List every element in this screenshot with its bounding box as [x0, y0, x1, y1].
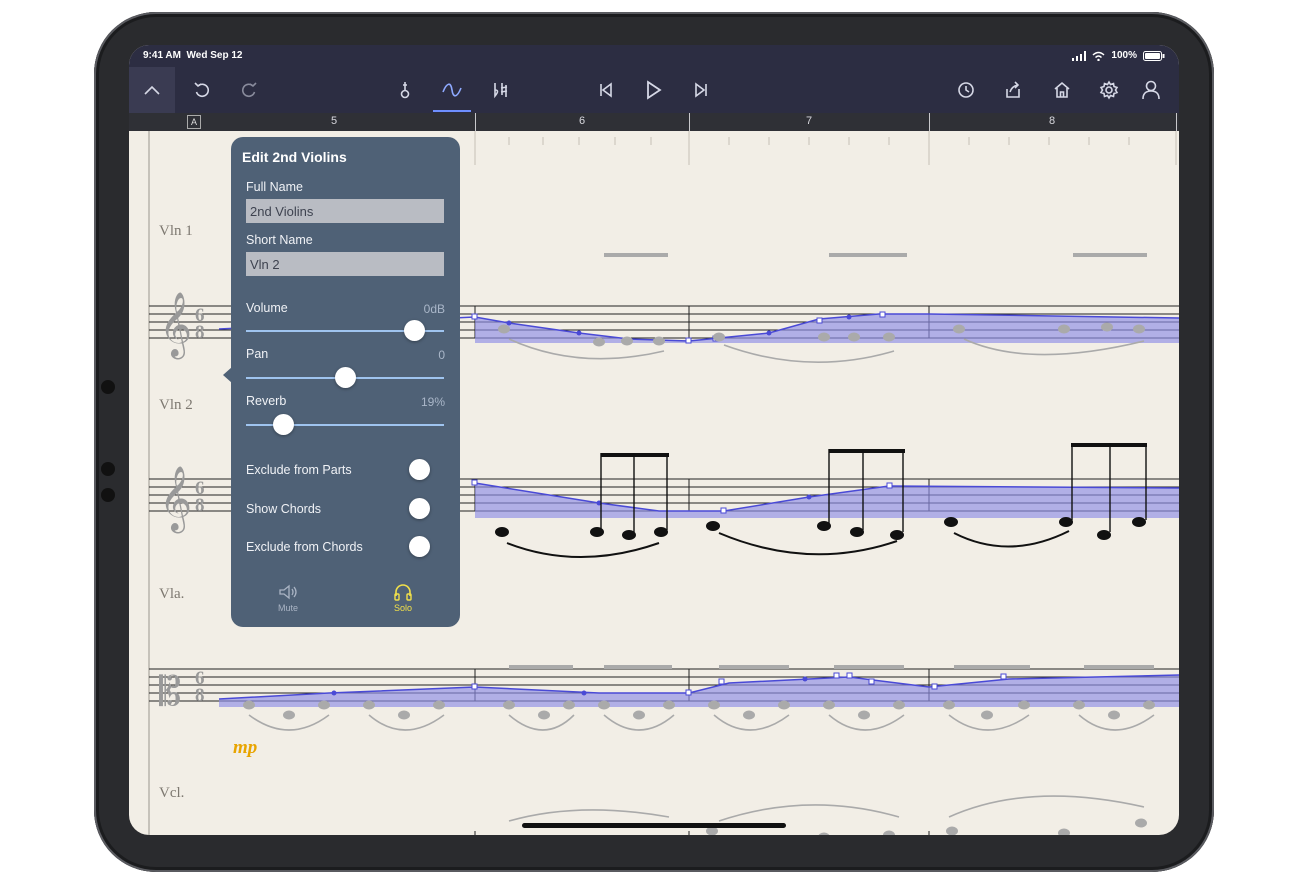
skip-forward-icon — [695, 82, 707, 98]
time-signature: 8 — [195, 322, 205, 343]
accidentals-icon — [494, 83, 508, 99]
home-indicator[interactable] — [522, 823, 786, 828]
reverb-knob[interactable] — [273, 414, 295, 435]
skip-back-button[interactable] — [593, 77, 619, 103]
staff-name-vln1[interactable]: Vln 1 — [159, 223, 193, 239]
staff-name-vla[interactable]: Vla. — [159, 586, 184, 602]
volume-slider[interactable] — [246, 320, 444, 341]
reverb-label: Reverb — [246, 394, 287, 408]
share-button[interactable] — [1000, 77, 1026, 103]
toolbar — [129, 67, 1179, 113]
status-bar: 9:41 AM Wed Sep 12 100% — [129, 45, 1179, 67]
chevron-up-icon — [144, 85, 160, 95]
reverb-value: 19% — [420, 395, 445, 409]
history-button[interactable] — [953, 77, 979, 103]
speaker-icon — [279, 584, 297, 600]
play-button[interactable] — [640, 77, 666, 103]
headphones-icon — [394, 584, 412, 601]
treble-clef-icon: 𝄞 — [159, 466, 192, 533]
time-signature: 8 — [195, 495, 205, 516]
share-icon — [1006, 81, 1020, 98]
panel-title: Edit 2nd Violins — [242, 149, 347, 165]
popover-arrow — [223, 367, 232, 383]
show-chords-toggle[interactable] — [409, 498, 430, 519]
skip-back-icon — [600, 82, 612, 98]
dynamic-marking[interactable]: mp — [233, 737, 257, 758]
exclude-from-chords-label: Exclude from Chords — [246, 540, 363, 554]
accidentals-button[interactable] — [487, 77, 513, 103]
mute-button[interactable]: Mute — [248, 583, 328, 613]
measure-tick — [689, 113, 690, 131]
wifi-icon — [1092, 51, 1105, 61]
show-chords-label: Show Chords — [246, 502, 322, 516]
volume-value: 0dB — [423, 302, 445, 316]
full-name-input[interactable] — [246, 199, 444, 223]
full-name-label: Full Name — [246, 180, 303, 194]
measure-number: 8 — [1049, 115, 1056, 127]
staff-name-vcl[interactable]: Vcl. — [159, 785, 184, 801]
automation-button[interactable] — [433, 77, 471, 112]
side-button — [101, 380, 115, 394]
undo-icon — [194, 82, 210, 98]
screen: 9:41 AM Wed Sep 12 100% A 5 6 7 8 Vln 1 … — [129, 45, 1179, 835]
status-right: 100% — [1072, 50, 1165, 61]
status-date: Wed Sep 12 — [186, 50, 243, 61]
user-icon — [1142, 80, 1160, 100]
signal-icon — [1072, 50, 1087, 61]
exclude-from-parts-label: Exclude from Parts — [246, 463, 352, 477]
staff-name-vln2[interactable]: Vln 2 — [159, 397, 193, 413]
home-button[interactable] — [1049, 77, 1075, 103]
pan-slider[interactable] — [246, 367, 444, 388]
measure-number: 7 — [806, 115, 813, 127]
redo-icon — [241, 82, 257, 98]
solo-button[interactable]: Solo — [363, 583, 443, 613]
exclude-from-parts-toggle[interactable] — [409, 459, 430, 480]
home-icon — [1054, 81, 1070, 98]
pan-value: 0 — [438, 348, 445, 362]
play-icon — [647, 80, 662, 100]
battery-percent: 100% — [1111, 50, 1137, 61]
ruler-subticks — [474, 131, 1177, 165]
edit-instrument-popover: Edit 2nd Violins Full Name Short Name Vo… — [223, 137, 460, 627]
redo-button[interactable] — [236, 77, 262, 103]
automation-curve-icon — [442, 83, 462, 97]
gear-icon — [1099, 80, 1119, 100]
rehearsal-mark[interactable]: A — [187, 115, 201, 129]
solo-label: Solo — [393, 603, 412, 613]
skip-forward-button[interactable] — [688, 77, 714, 103]
undo-button[interactable] — [189, 77, 215, 103]
metronome-icon — [400, 82, 410, 99]
short-name-label: Short Name — [246, 233, 313, 247]
side-button — [101, 462, 115, 476]
status-time-date: 9:41 AM Wed Sep 12 — [143, 50, 243, 61]
account-button[interactable] — [1138, 77, 1164, 103]
measure-ruler[interactable]: A 5 6 7 8 — [129, 113, 1179, 131]
measure-number: 5 — [331, 115, 338, 127]
battery-icon — [1143, 50, 1165, 61]
exclude-from-chords-toggle[interactable] — [409, 536, 430, 557]
reverb-slider[interactable] — [246, 414, 444, 435]
time-signature: 8 — [195, 685, 205, 706]
status-time: 9:41 AM — [143, 50, 181, 61]
alto-clef-icon: 𝄡 — [159, 669, 181, 715]
volume-label: Volume — [246, 301, 288, 315]
pan-knob[interactable] — [334, 367, 356, 388]
panel-bottom-tabs: Mute Solo — [231, 577, 460, 627]
short-name-input[interactable] — [246, 252, 444, 276]
pan-label: Pan — [246, 347, 269, 361]
settings-button[interactable] — [1096, 77, 1122, 103]
clock-icon — [958, 82, 974, 98]
measure-tick — [929, 113, 930, 131]
volume-knob[interactable] — [403, 320, 425, 341]
metronome-button[interactable] — [392, 77, 418, 103]
mute-label: Mute — [277, 603, 298, 613]
staff-vcl[interactable] — [149, 795, 1179, 835]
staff-vla[interactable]: 𝄡 6 8 mp — [149, 665, 1179, 758]
treble-clef-icon: 𝄞 — [159, 292, 192, 359]
measure-tick — [475, 113, 476, 131]
measure-tick — [1176, 113, 1177, 131]
collapse-button[interactable] — [129, 67, 175, 113]
measure-number: 6 — [579, 115, 586, 127]
side-button — [101, 488, 115, 502]
